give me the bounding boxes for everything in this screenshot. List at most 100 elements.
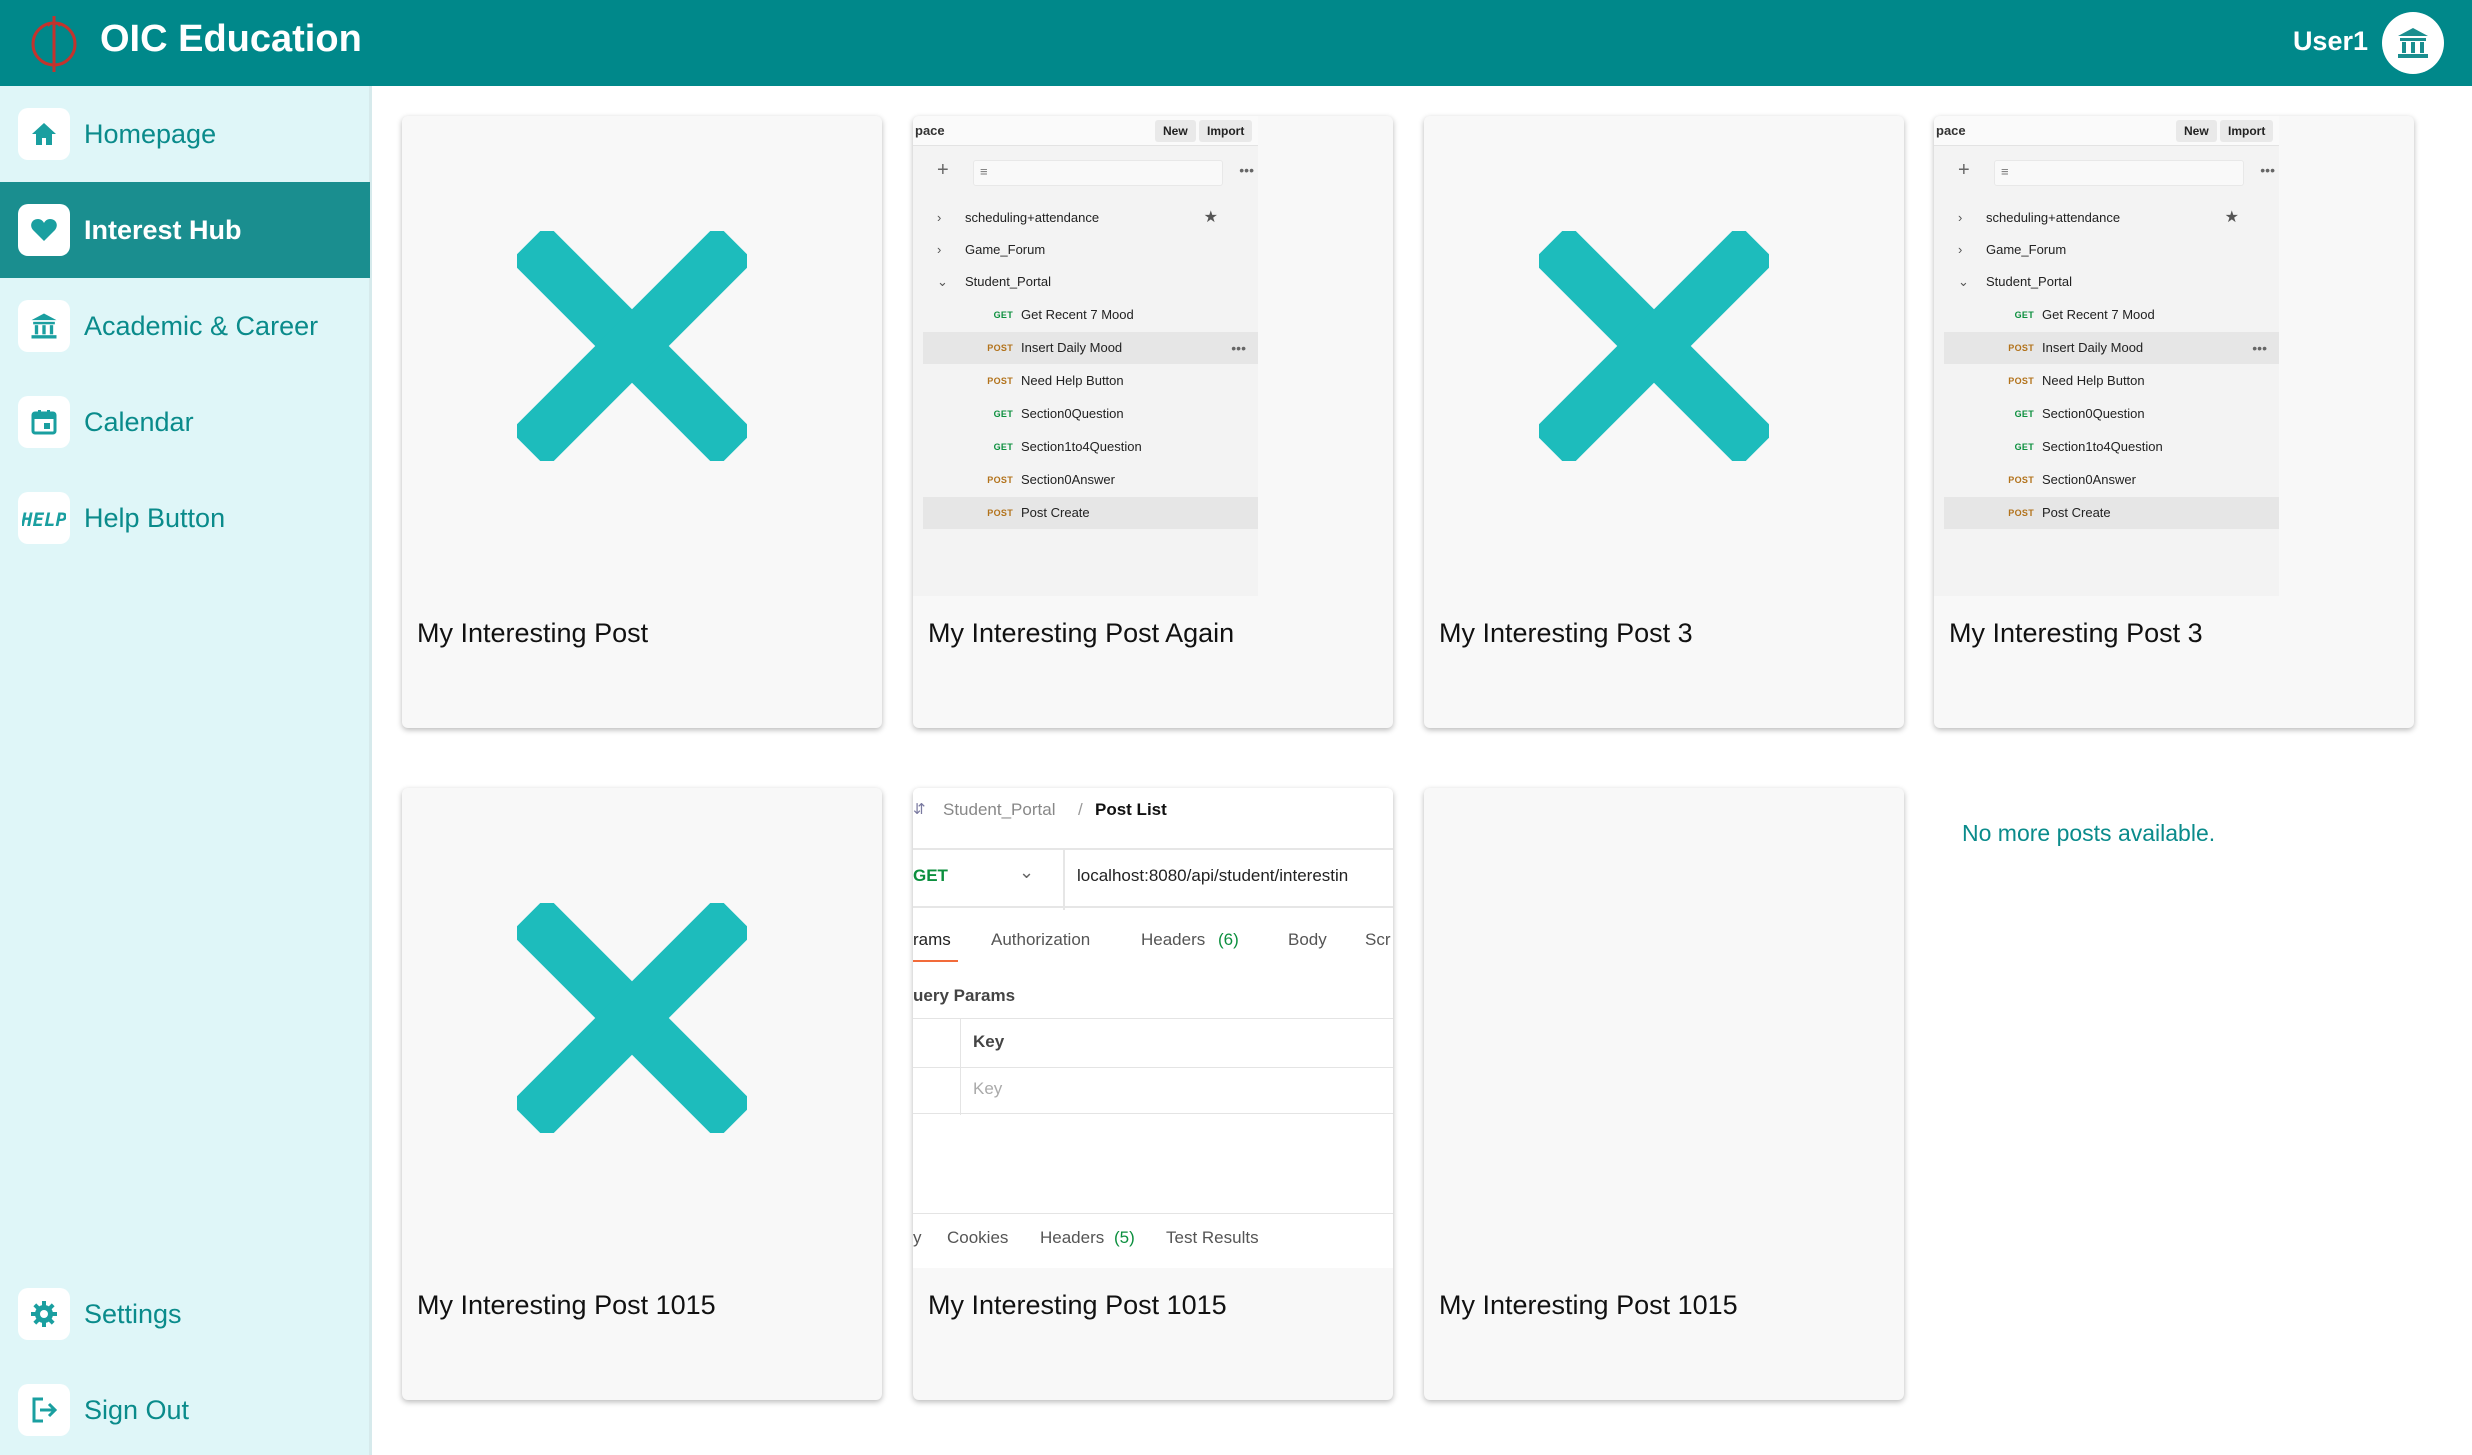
- plus-icon: +: [1958, 159, 1970, 181]
- sidebar-item-label: Interest Hub: [84, 214, 242, 245]
- url-bar: GET ⌄ localhost:8080/api/student/interes…: [913, 848, 1393, 910]
- request-item: POST Insert Daily Mood •••: [923, 332, 1258, 364]
- post-title[interactable]: My Interesting Post 3: [1949, 618, 2203, 649]
- post-thumbnail[interactable]: [402, 788, 882, 1268]
- sidebar-item-calendar[interactable]: Calendar: [0, 374, 370, 470]
- oic-logo-icon[interactable]: [30, 12, 80, 74]
- filter-input: ≡: [973, 160, 1223, 186]
- home-icon-box: [18, 108, 70, 160]
- post-title[interactable]: My Interesting Post 3: [1439, 618, 1693, 649]
- postman-request-screenshot: ⇵ Student_Portal / Post List GET ⌄ local…: [913, 788, 1393, 1268]
- sidebar-item-academic-career[interactable]: Academic & Career: [0, 278, 370, 374]
- active-tab-underline: [913, 960, 958, 962]
- chevron-right-icon: ›: [937, 242, 942, 257]
- sign-out-icon: [32, 1397, 58, 1423]
- no-more-posts-message: No more posts available.: [1962, 820, 2216, 846]
- sidebar-item-label: Sign Out: [84, 1394, 190, 1425]
- sign-out-icon-box: [18, 1384, 70, 1436]
- post-card[interactable]: My Interesting Post 1015: [402, 788, 882, 1400]
- star-icon: ★: [2224, 209, 2239, 226]
- sidebar-item-homepage[interactable]: Homepage: [0, 86, 370, 182]
- post-thumbnail[interactable]: pace New Import + ≡ ••• › scheduling+att…: [1934, 116, 2414, 596]
- post-title[interactable]: My Interesting Post Again: [928, 618, 1234, 649]
- broken-image-x-icon: [517, 231, 747, 461]
- sidebar-item-label: Calendar: [84, 406, 194, 437]
- request-item: POST Section0Answer: [987, 472, 1115, 487]
- import-button: Import: [1199, 120, 1253, 142]
- plus-icon: +: [937, 159, 949, 181]
- user-avatar[interactable]: [2382, 12, 2444, 74]
- more-icon: •••: [1239, 162, 1254, 178]
- post-card[interactable]: pace New Import + ≡ ••• › scheduling+att…: [1934, 116, 2414, 728]
- chevron-down-icon: ⌄: [1019, 862, 1035, 882]
- help-icon-box: HELP: [18, 492, 70, 544]
- broken-image-x-icon: [517, 903, 747, 1133]
- sidebar-item-label: Homepage: [84, 118, 217, 149]
- filter-icon: ≡: [980, 164, 988, 179]
- collection-item: › scheduling+attendance ★: [1944, 202, 2279, 234]
- post-title[interactable]: My Interesting Post 1015: [417, 1290, 716, 1321]
- post-card[interactable]: My Interesting Post: [402, 116, 882, 728]
- sidebar-item-settings[interactable]: Settings: [0, 1266, 370, 1362]
- request-item: POST Post Create: [1944, 497, 2279, 529]
- collection-item: ⌄ Student_Portal: [923, 266, 1258, 298]
- filter-input: ≡: [1994, 160, 2244, 186]
- more-icon: •••: [2252, 340, 2267, 356]
- request-item: GET Get Recent 7 Mood: [993, 307, 1134, 322]
- chevron-right-icon: ›: [1958, 242, 1963, 257]
- workspace-name: pace: [1936, 123, 1966, 138]
- filter-icon: ≡: [2001, 164, 2009, 179]
- request-item: GET Section0Question: [993, 406, 1124, 421]
- http-icon: ⇵: [913, 801, 926, 818]
- response-tabs: y Cookies Headers (5) Test Results: [913, 1213, 1393, 1268]
- gear-icon-box: [18, 1288, 70, 1340]
- query-params-label: uery Params: [913, 986, 1016, 1005]
- import-button: Import: [2220, 120, 2274, 142]
- sidebar-item-label: Academic & Career: [84, 310, 319, 341]
- calendar-icon: [31, 410, 57, 435]
- broken-image-x-icon: [1539, 231, 1769, 461]
- post-thumbnail[interactable]: [1424, 116, 1904, 596]
- collection-item: › Game_Forum: [923, 234, 1258, 266]
- chevron-down-icon: ⌄: [1958, 274, 1969, 289]
- post-card[interactable]: pace New Import + ≡ ••• › scheduling+att…: [913, 116, 1393, 728]
- sidebar-item-label: Help Button: [84, 502, 226, 533]
- divider: [1063, 850, 1065, 910]
- star-icon: ★: [1203, 209, 1218, 226]
- collection-item: ⌄ Student_Portal: [1944, 266, 2279, 298]
- workspace-bar: pace New Import: [913, 116, 1258, 146]
- post-title[interactable]: My Interesting Post: [417, 618, 648, 649]
- post-title[interactable]: My Interesting Post 1015: [1439, 1290, 1738, 1321]
- new-button: New: [2176, 120, 2217, 142]
- post-card[interactable]: My Interesting Post 1015: [1424, 788, 1904, 1400]
- post-card[interactable]: My Interesting Post 3: [1424, 116, 1904, 728]
- divider: [913, 1067, 1393, 1068]
- user-name[interactable]: User1: [2293, 26, 2368, 57]
- more-icon: •••: [1231, 340, 1246, 356]
- home-icon: [32, 123, 56, 145]
- help-icon: HELP: [22, 509, 66, 531]
- sidebar-item-interest-hub[interactable]: Interest Hub: [0, 182, 370, 278]
- post-card[interactable]: ⇵ Student_Portal / Post List GET ⌄ local…: [913, 788, 1393, 1400]
- post-title[interactable]: My Interesting Post 1015: [928, 1290, 1227, 1321]
- method-select: GET: [913, 866, 948, 885]
- post-thumbnail[interactable]: [402, 116, 882, 596]
- app-title: OIC Education: [100, 18, 362, 60]
- institution-icon: [31, 313, 57, 339]
- url-field: localhost:8080/api/student/interestin: [1077, 866, 1349, 885]
- chevron-down-icon: ⌄: [937, 274, 948, 289]
- institution-icon: [2398, 28, 2428, 58]
- sidebar-item-help-button[interactable]: HELP Help Button: [0, 470, 370, 566]
- new-button: New: [1155, 120, 1196, 142]
- post-thumbnail[interactable]: [1424, 788, 1904, 1268]
- heart-icon-box: [18, 204, 70, 256]
- sidebar-item-sign-out[interactable]: Sign Out: [0, 1362, 370, 1455]
- collection-toolbar: + ≡ •••: [1944, 159, 2279, 186]
- post-thumbnail[interactable]: ⇵ Student_Portal / Post List GET ⌄ local…: [913, 788, 1393, 1268]
- collection-item: › Game_Forum: [1944, 234, 2279, 266]
- request-item: POST Section0Answer: [2008, 472, 2136, 487]
- institution-icon-box: [18, 300, 70, 352]
- post-thumbnail[interactable]: pace New Import + ≡ ••• › scheduling+att…: [913, 116, 1393, 596]
- collection-item: › scheduling+attendance ★: [923, 202, 1258, 234]
- postman-collection-screenshot: pace New Import + ≡ ••• › scheduling+att…: [913, 116, 1258, 596]
